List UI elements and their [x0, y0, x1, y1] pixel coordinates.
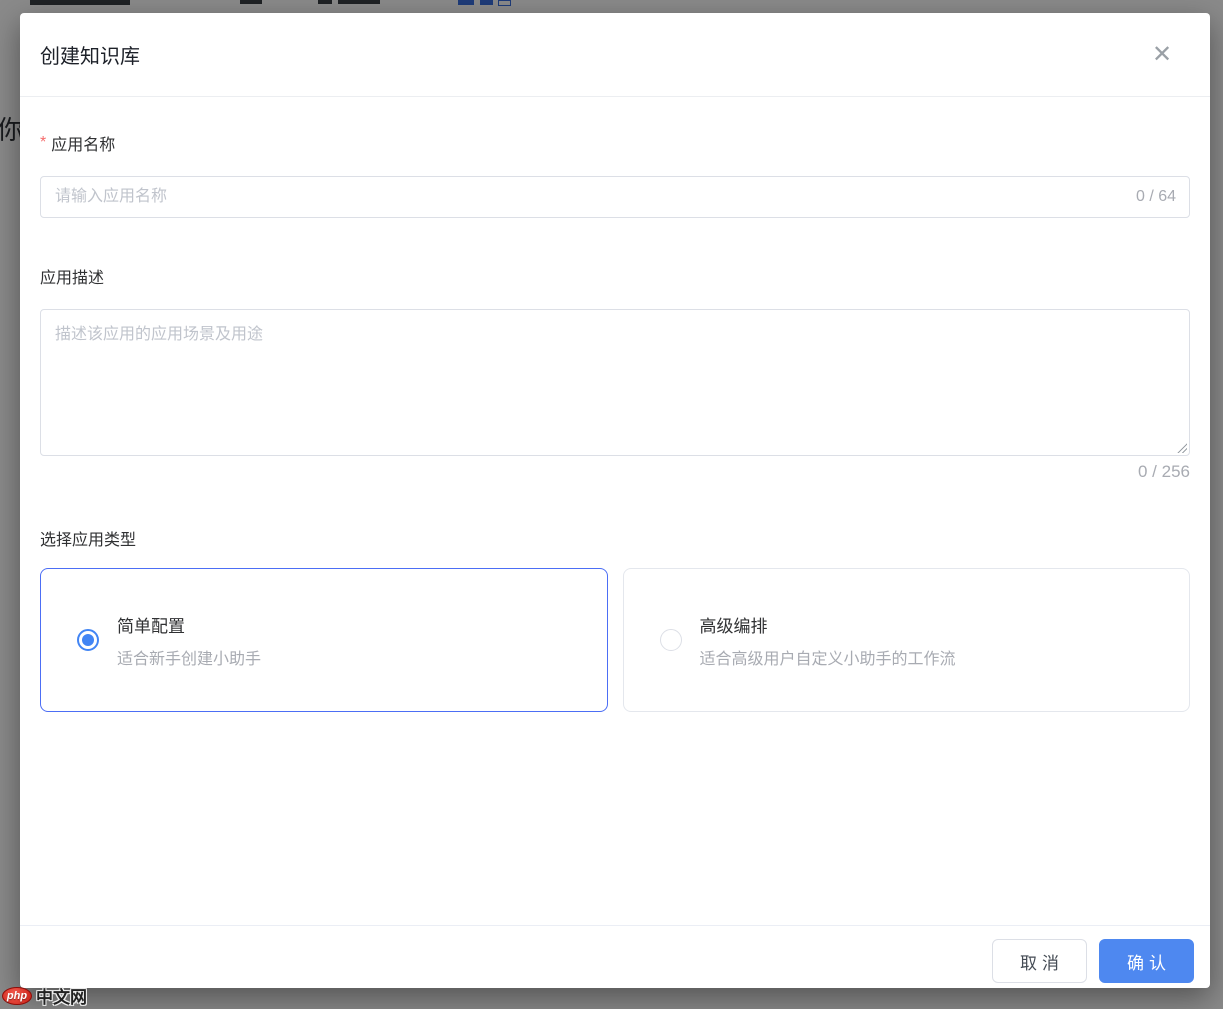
close-icon[interactable]: ✕ — [1146, 39, 1178, 71]
radio-dot — [665, 634, 677, 646]
radio-selected-icon[interactable] — [77, 629, 99, 651]
php-logo: php — [2, 987, 32, 1005]
dialog-footer: 取消 确认 — [20, 925, 1210, 988]
card-subtitle: 适合高级用户自定义小助手的工作流 — [700, 645, 956, 669]
card-subtitle: 适合新手创建小助手 — [117, 645, 261, 669]
dialog-body: * 应用名称 0 / 64 应用描述 0 / 256 选择应用类型 简单配置 适… — [20, 97, 1210, 925]
card-texts: 高级编排 适合高级用户自定义小助手的工作流 — [700, 612, 956, 669]
app-name-label: * 应用名称 — [40, 131, 1190, 155]
app-name-input-wrapper: 0 / 64 — [40, 176, 1190, 218]
site-watermark: php 中文网 — [2, 983, 87, 1008]
required-asterisk: * — [40, 134, 46, 152]
radio-unselected-icon[interactable] — [660, 629, 682, 651]
cancel-button[interactable]: 取消 — [992, 939, 1087, 983]
app-description-label-text: 应用描述 — [40, 264, 104, 288]
app-type-options: 简单配置 适合新手创建小助手 高级编排 适合高级用户自定义小助手的工作流 — [40, 568, 1190, 712]
card-title: 高级编排 — [700, 612, 956, 637]
app-description-textarea[interactable] — [41, 310, 1189, 455]
watermark-site-name: 中文网 — [36, 983, 87, 1008]
app-description-label: 应用描述 — [40, 264, 1190, 288]
app-description-textarea-wrapper — [40, 309, 1190, 456]
app-name-label-text: 应用名称 — [51, 131, 115, 155]
dialog-header: 创建知识库 ✕ — [20, 13, 1210, 97]
confirm-button[interactable]: 确认 — [1099, 939, 1194, 983]
app-type-card-simple[interactable]: 简单配置 适合新手创建小助手 — [40, 568, 608, 712]
app-type-heading: 选择应用类型 — [40, 526, 1190, 550]
card-title: 简单配置 — [117, 612, 261, 637]
app-name-input[interactable] — [41, 177, 1189, 217]
card-texts: 简单配置 适合新手创建小助手 — [117, 612, 261, 669]
app-type-card-advanced[interactable]: 高级编排 适合高级用户自定义小助手的工作流 — [623, 568, 1191, 712]
create-knowledge-base-dialog: 创建知识库 ✕ * 应用名称 0 / 64 应用描述 0 / 256 选择应用类… — [20, 13, 1210, 988]
radio-dot — [82, 634, 94, 646]
dialog-title: 创建知识库 — [40, 40, 140, 69]
app-description-counter: 0 / 256 — [40, 462, 1190, 482]
